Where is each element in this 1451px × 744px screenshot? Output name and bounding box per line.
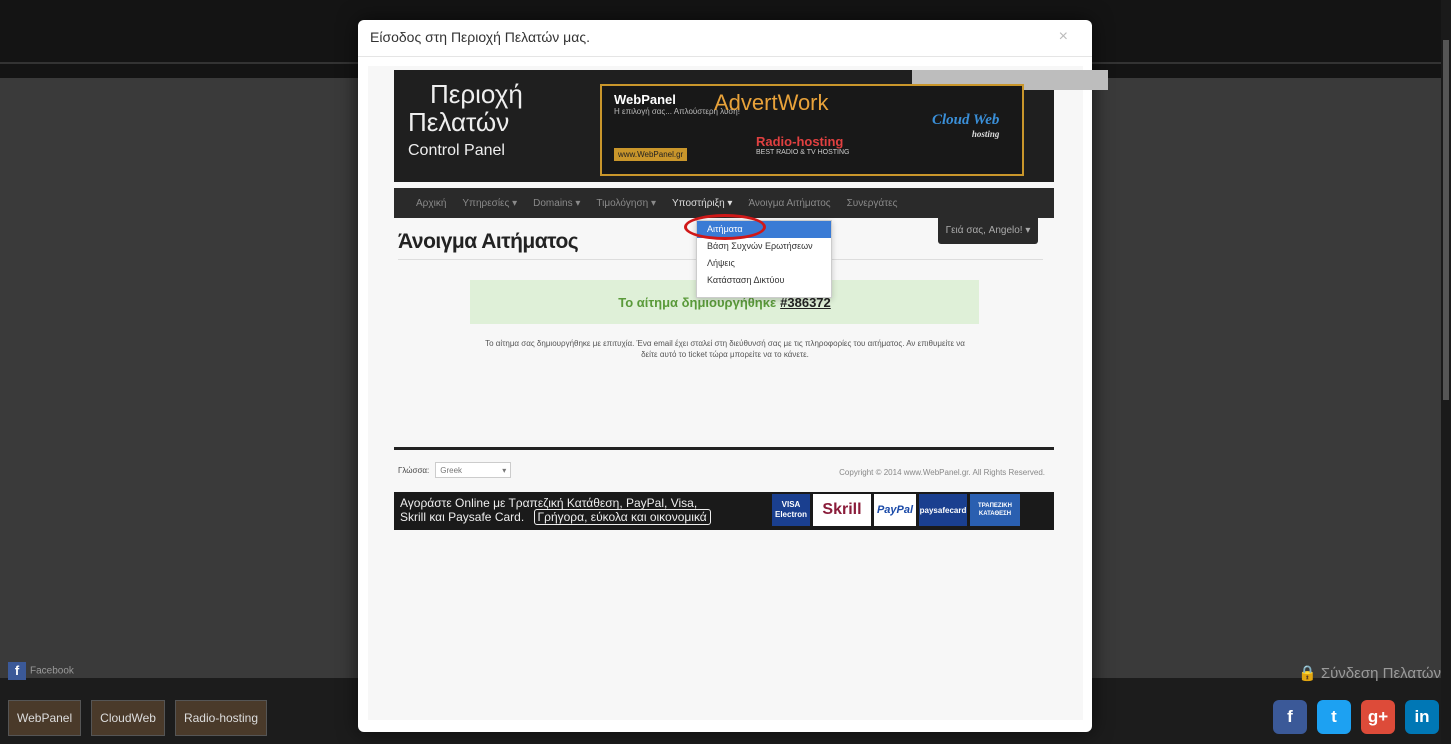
facebook-label: Facebook xyxy=(30,665,74,677)
dropdown-item-network-status[interactable]: Κατάσταση Δικτύου xyxy=(697,272,831,289)
partner-logo[interactable]: Radio-hosting xyxy=(174,700,268,736)
radio-hosting-tagline: BEST RADIO & TV HOSTING xyxy=(756,149,850,156)
client-login-label: Σύνδεση Πελατών xyxy=(1320,665,1441,682)
partner-logo[interactable]: CloudWeb xyxy=(91,700,165,736)
partner-logos: WebPanel CloudWeb Radio-hosting xyxy=(8,700,268,736)
payment-tagline: Γρήγορα, εύκολα και οικονομικά xyxy=(533,509,711,525)
facebook-social-icon[interactable]: f xyxy=(1273,700,1307,734)
radio-hosting-name: Radio-hosting xyxy=(756,134,844,149)
close-icon[interactable]: × xyxy=(1059,28,1068,46)
language-selector: Γλώσσα: Greek ▾ xyxy=(398,462,512,478)
success-message: Το αίτημα σας δημιουργήθηκε με επιτυχία.… xyxy=(485,339,965,359)
facebook-like-widget[interactable]: f Facebook xyxy=(8,662,98,684)
linkedin-social-icon[interactable]: in xyxy=(1405,700,1439,734)
payment-banner[interactable]: Αγοράστε Online με Τραπεζική Κατάθεση, P… xyxy=(394,492,1054,530)
paysafecard-logo: paysafecard xyxy=(919,494,967,526)
nav-item-open-ticket[interactable]: Άνοιγμα Αιτήματος xyxy=(748,198,830,209)
radio-hosting-logo: Radio-hosting BEST RADIO & TV HOSTING xyxy=(756,134,849,156)
banner-title: Περιοχή Πελατών Control Panel xyxy=(408,80,523,162)
nav-item-services[interactable]: Υπηρεσίες ▾ xyxy=(462,198,517,209)
modal-header: Είσοδος στη Περιοχή Πελατών μας. × xyxy=(358,20,1092,57)
login-modal: Είσοδος στη Περιοχή Πελατών μας. × Περιο… xyxy=(358,20,1108,732)
page-title: Άνοιγμα Αιτήματος xyxy=(398,230,579,253)
scrollbar-thumb[interactable] xyxy=(1443,40,1449,400)
google-plus-social-icon[interactable]: g+ xyxy=(1361,700,1395,734)
chevron-down-icon: ▾ xyxy=(502,465,507,475)
language-select[interactable]: Greek ▾ xyxy=(435,462,512,478)
cloudweb-name: Cloud Web xyxy=(932,112,1000,128)
highlight-circle xyxy=(684,214,766,240)
client-area-banner: Περιοχή Πελατών Control Panel WebPanel Η… xyxy=(394,70,1108,182)
copyright-text: Copyright © 2014 www.WebPanel.gr. All Ri… xyxy=(839,468,1045,477)
payment-line: Αγοράστε Online με Τραπεζική Κατάθεση, P… xyxy=(400,496,698,510)
twitter-social-icon[interactable]: t xyxy=(1317,700,1351,734)
modal-title: Είσοδος στη Περιοχή Πελατών μας. xyxy=(370,29,590,45)
nav-item-partners[interactable]: Συνεργάτες xyxy=(847,198,898,209)
nav-item-home[interactable]: Αρχική xyxy=(416,198,446,209)
payment-line: Skrill και Paysafe Card. xyxy=(400,510,525,524)
language-value: Greek xyxy=(440,465,463,475)
partner-logo[interactable]: WebPanel xyxy=(8,700,82,736)
ads-panel[interactable]: WebPanel Η επιλογή σας... Απλούστερη λύσ… xyxy=(600,84,1024,176)
dropdown-item-downloads[interactable]: Λήψεις xyxy=(697,255,831,272)
dropdown-item-knowledgebase[interactable]: Βάση Συχνών Ερωτήσεων xyxy=(697,238,831,255)
paypal-logo: PayPal xyxy=(874,494,916,526)
bank-deposit-logo: ΤΡΑΠΕΖΙΚΗ ΚΑΤΑΘΕΣΗ xyxy=(970,494,1020,526)
banner-line: Control Panel xyxy=(408,142,505,159)
cloudweb-tagline: hosting xyxy=(971,129,1000,139)
webpanel-site: www.WebPanel.gr xyxy=(614,148,688,161)
client-login-link[interactable]: 🔒 Σύνδεση Πελατών xyxy=(1298,664,1441,682)
skrill-logo: Skrill xyxy=(813,494,871,526)
lock-icon: 🔒 xyxy=(1297,665,1317,682)
banner-line: Περιοχή xyxy=(430,79,523,109)
webpanel-name: WebPanel xyxy=(614,92,676,107)
user-menu-button[interactable]: Γειά σας, Angelo! ▾ xyxy=(938,216,1038,244)
language-label: Γλώσσα: xyxy=(398,465,430,475)
nav-item-support[interactable]: Υποστήριξη ▾ xyxy=(672,198,732,209)
payment-text: Αγοράστε Online με Τραπεζική Κατάθεση, P… xyxy=(400,496,711,525)
facebook-icon: f xyxy=(8,662,26,680)
advertwork-logo: AdvertWork xyxy=(714,90,829,115)
modal-body: Περιοχή Πελατών Control Panel WebPanel Η… xyxy=(368,66,1108,720)
social-links: f t g+ in xyxy=(1273,700,1439,734)
visa-electron-logo: VISA Electron xyxy=(772,494,810,526)
nav-item-domains[interactable]: Domains ▾ xyxy=(533,198,580,209)
footer-divider xyxy=(394,447,1054,450)
nav-item-billing[interactable]: Τιμολόγηση ▾ xyxy=(596,198,656,209)
payment-logos: VISA Electron Skrill PayPal paysafecard … xyxy=(772,494,1020,526)
cloudweb-logo: Cloud Web hosting xyxy=(932,112,999,139)
banner-line: Πελατών xyxy=(408,107,510,137)
page-scrollbar[interactable] xyxy=(1441,0,1451,744)
